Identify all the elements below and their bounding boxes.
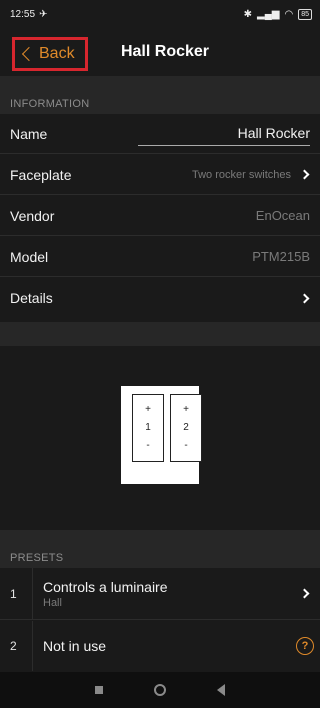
details-label: Details	[10, 290, 53, 306]
preset-action	[290, 588, 320, 599]
signal-icon: ▂▄▆	[257, 8, 280, 20]
rocker-1-down: -	[146, 440, 150, 451]
preset-action: ?	[290, 637, 320, 655]
chevron-right-icon	[299, 588, 309, 599]
rocker-2-up: +	[183, 404, 189, 415]
preset-body: Not in use	[32, 621, 290, 671]
system-nav-bar	[0, 672, 320, 708]
model-value: PTM215B	[252, 249, 310, 264]
nav-bar: Hall Rocker Back	[0, 28, 320, 76]
status-bar: 12:55 ✈ ✱ ▂▄▆ ◠ 85	[0, 0, 320, 28]
details-row[interactable]: Details	[0, 278, 320, 318]
vendor-value: EnOcean	[255, 208, 310, 223]
vendor-label: Vendor	[10, 207, 55, 224]
vendor-row: Vendor EnOcean	[0, 196, 320, 236]
section-gap	[0, 322, 320, 346]
bluetooth-icon: ✱	[243, 8, 252, 20]
model-row: Model PTM215B	[0, 237, 320, 277]
preset-subtitle: Hall	[43, 596, 62, 609]
rocker-2-down: -	[184, 440, 188, 451]
chevron-right-icon	[299, 293, 310, 303]
recents-icon[interactable]	[95, 686, 104, 694]
system-back-icon[interactable]	[216, 684, 225, 696]
faceplate-row[interactable]: Faceplate Two rocker switches	[0, 155, 320, 195]
name-field[interactable]: Hall Rocker	[138, 125, 310, 146]
help-icon[interactable]: ?	[296, 637, 314, 655]
preset-row-2[interactable]: 2 Not in use ?	[0, 621, 320, 671]
preset-number: 1	[10, 586, 17, 601]
rocker-1: + 1 -	[132, 394, 164, 462]
preset-body: Controls a luminaire Hall	[32, 568, 290, 619]
faceplate-value-wrap: Two rocker switches	[192, 169, 310, 181]
wifi-icon: ◠	[284, 8, 294, 20]
home-icon[interactable]	[153, 684, 166, 696]
information-header: INFORMATION	[0, 76, 320, 114]
status-right: ✱ ▂▄▆ ◠ 85	[243, 8, 312, 20]
presets-header: PRESETS	[0, 530, 320, 568]
back-label: Back	[39, 45, 75, 62]
faceplate-preview: + 1 - + 2 -	[0, 346, 320, 530]
preset-title: Controls a luminaire	[43, 578, 168, 595]
preset-number: 2	[10, 639, 17, 653]
rocker-2-number: 2	[183, 422, 189, 433]
rocker-1-up: +	[145, 404, 151, 415]
back-button[interactable]: Back	[12, 37, 88, 71]
notification-icon: ✈	[39, 8, 48, 20]
battery-icon: 85	[298, 8, 312, 20]
status-left: 12:55 ✈	[10, 9, 47, 20]
rocker-1-number: 1	[145, 422, 151, 433]
chevron-left-icon	[21, 46, 37, 62]
faceplate-value: Two rocker switches	[191, 168, 291, 181]
preset-title: Not in use	[43, 638, 107, 654]
model-label: Model	[10, 248, 49, 265]
rocker-2: + 2 -	[170, 394, 202, 462]
details-value-wrap	[299, 293, 310, 303]
preset-row-1[interactable]: 1 Controls a luminaire Hall	[0, 568, 320, 620]
status-time: 12:55	[10, 8, 36, 20]
faceplate-label: Faceplate	[10, 166, 72, 183]
faceplate-image: + 1 - + 2 -	[121, 386, 202, 484]
chevron-right-icon	[299, 169, 310, 180]
name-label: Name	[10, 125, 48, 142]
name-row: Name Hall Rocker	[0, 114, 320, 154]
